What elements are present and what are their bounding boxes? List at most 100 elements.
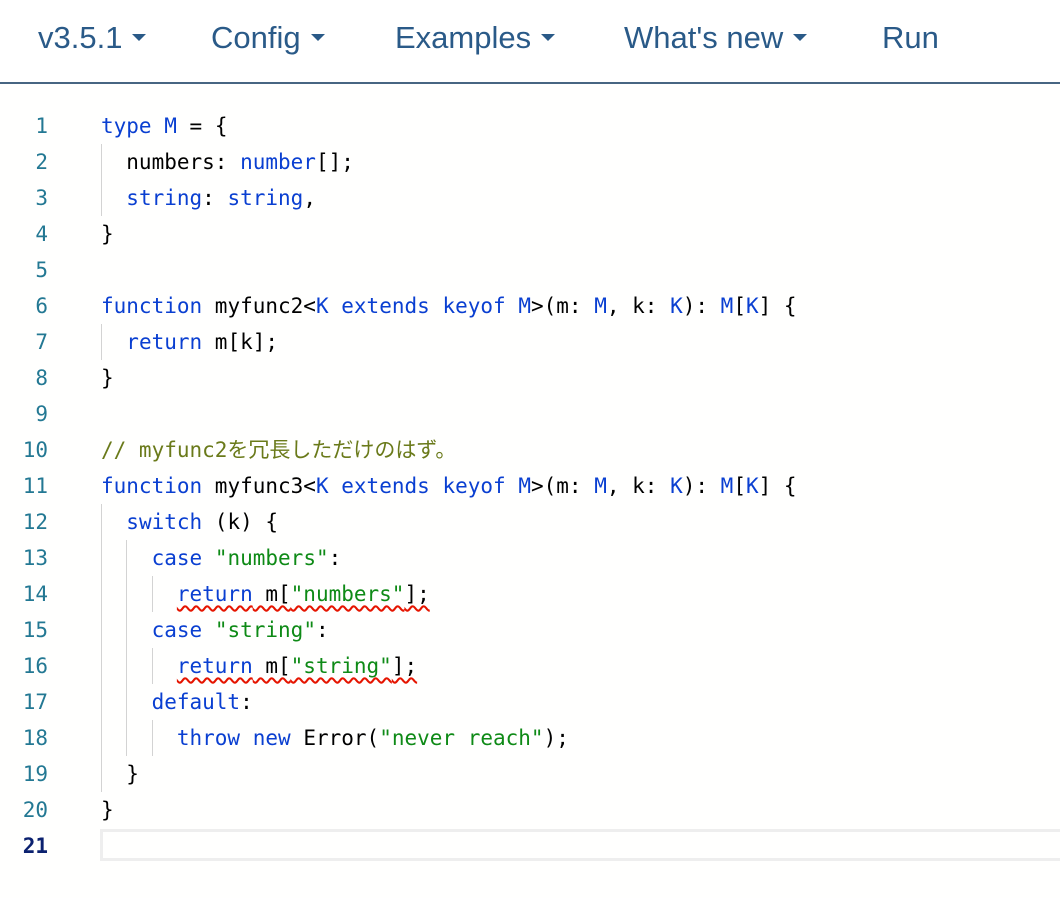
code-token: // myfunc2を冗長しただけのはず。 bbox=[101, 438, 457, 462]
line-number: 13 bbox=[22, 546, 48, 570]
code-token: ] { bbox=[758, 294, 797, 318]
code-line[interactable]: 13 case "numbers": bbox=[0, 540, 1060, 576]
code-token: M bbox=[720, 294, 734, 318]
code-line[interactable]: 20} bbox=[0, 792, 1060, 828]
code-text: return m["numbers"]; bbox=[101, 576, 430, 612]
config-dropdown[interactable]: Config bbox=[211, 16, 325, 60]
indent-guide bbox=[152, 648, 153, 684]
code-token: K bbox=[670, 474, 683, 498]
line-number: 9 bbox=[35, 402, 48, 426]
examples-dropdown[interactable]: Examples bbox=[395, 16, 556, 60]
indent-guide bbox=[101, 504, 102, 792]
code-token: extends bbox=[341, 474, 430, 498]
indent-guide bbox=[152, 720, 153, 756]
code-text: case "string": bbox=[101, 612, 329, 648]
code-line[interactable]: 5 bbox=[0, 252, 1060, 288]
line-number: 1 bbox=[35, 114, 48, 138]
code-line[interactable]: 6 function myfunc2<K extends keyof M>(m: … bbox=[0, 288, 1060, 324]
line-number: 8 bbox=[35, 366, 48, 390]
code-text: case "numbers": bbox=[101, 540, 342, 576]
line-number: 7 bbox=[35, 330, 48, 354]
chevron-down-icon bbox=[541, 34, 556, 42]
indent-guide bbox=[152, 576, 153, 612]
code-line[interactable]: 2 numbers: number[]; bbox=[0, 144, 1060, 180]
code-line[interactable]: 9 bbox=[0, 396, 1060, 432]
code-token: M bbox=[594, 474, 607, 498]
code-token: , bbox=[303, 186, 316, 210]
code-token: M bbox=[164, 114, 177, 138]
code-line[interactable]: 4} bbox=[0, 216, 1060, 252]
run-button[interactable]: Run bbox=[882, 16, 939, 60]
code-line[interactable]: 17 default: bbox=[0, 684, 1060, 720]
code-text: switch (k) { bbox=[101, 504, 278, 540]
code-token: = { bbox=[176, 114, 228, 138]
code-text: // myfunc2を冗長しただけのはず。 bbox=[101, 432, 456, 468]
code-line[interactable]: 19 } bbox=[0, 756, 1060, 792]
line-number: 11 bbox=[22, 474, 48, 498]
error-token: m[ bbox=[252, 654, 291, 678]
line-number: 4 bbox=[35, 222, 48, 246]
code-line[interactable]: 15 case "string": bbox=[0, 612, 1060, 648]
code-token: number bbox=[240, 150, 316, 174]
code-token: , k: bbox=[606, 474, 671, 498]
code-line[interactable]: 10 // myfunc2を冗長しただけのはず。 bbox=[0, 432, 1060, 468]
code-token: ); bbox=[543, 726, 569, 750]
code-line[interactable]: 21 bbox=[0, 828, 1060, 864]
code-token: K bbox=[670, 294, 683, 318]
code-token: []; bbox=[315, 150, 354, 174]
code-line[interactable]: 3 string: string, bbox=[0, 180, 1060, 216]
code-text: return m["string"]; bbox=[101, 648, 417, 684]
code-token: case bbox=[151, 618, 203, 642]
version-dropdown[interactable]: v3.5.1 bbox=[38, 16, 147, 60]
code-token: return bbox=[126, 330, 203, 354]
code-token: keyof bbox=[442, 294, 506, 318]
code-token: "numbers" bbox=[214, 546, 329, 570]
code-token: : bbox=[328, 546, 342, 570]
code-line[interactable]: 14 return m["numbers"]; bbox=[0, 576, 1060, 612]
code-token: ] { bbox=[758, 474, 797, 498]
code-text: function myfunc3<K extends keyof M>(m: M… bbox=[101, 468, 797, 504]
code-text: } bbox=[101, 216, 114, 252]
code-text: string: string, bbox=[101, 180, 316, 216]
indent-guide bbox=[126, 540, 127, 756]
line-number: 19 bbox=[22, 762, 48, 786]
code-line[interactable]: 8} bbox=[0, 360, 1060, 396]
code-token: extends bbox=[341, 294, 430, 318]
line-number: 15 bbox=[22, 618, 48, 642]
indent-guide bbox=[101, 144, 102, 216]
line-number: 3 bbox=[35, 186, 48, 210]
code-token: ): bbox=[682, 474, 721, 498]
code-line[interactable]: 18 throw new Error("never reach"); bbox=[0, 720, 1060, 756]
code-token: } bbox=[101, 762, 139, 786]
code-text: } bbox=[101, 360, 114, 396]
error-token: return bbox=[176, 654, 253, 678]
code-token: } bbox=[101, 222, 114, 246]
code-token: >(m: bbox=[530, 474, 595, 498]
code-token: , k: bbox=[606, 294, 671, 318]
code-line[interactable]: 11 function myfunc3<K extends keyof M>(m:… bbox=[0, 468, 1060, 504]
code-token: "never reach" bbox=[379, 726, 544, 750]
version-label: v3.5.1 bbox=[38, 20, 123, 55]
code-line[interactable]: 7 return m[k]; bbox=[0, 324, 1060, 360]
code-line[interactable]: 12 switch (k) { bbox=[0, 504, 1060, 540]
code-token: [ bbox=[733, 474, 746, 498]
code-token: throw bbox=[176, 726, 241, 750]
code-line[interactable]: 16 return m["string"]; bbox=[0, 648, 1060, 684]
code-token: keyof bbox=[442, 474, 506, 498]
code-editor[interactable]: 1 type M = {2 numbers: number[]; 3 string:… bbox=[0, 86, 1060, 898]
chevron-down-icon bbox=[310, 34, 325, 42]
error-token: m[ bbox=[252, 582, 291, 606]
whats-new-dropdown[interactable]: What's new bbox=[624, 16, 808, 60]
code-line[interactable]: 1 type M = { bbox=[0, 108, 1060, 144]
code-token: function bbox=[101, 474, 203, 498]
